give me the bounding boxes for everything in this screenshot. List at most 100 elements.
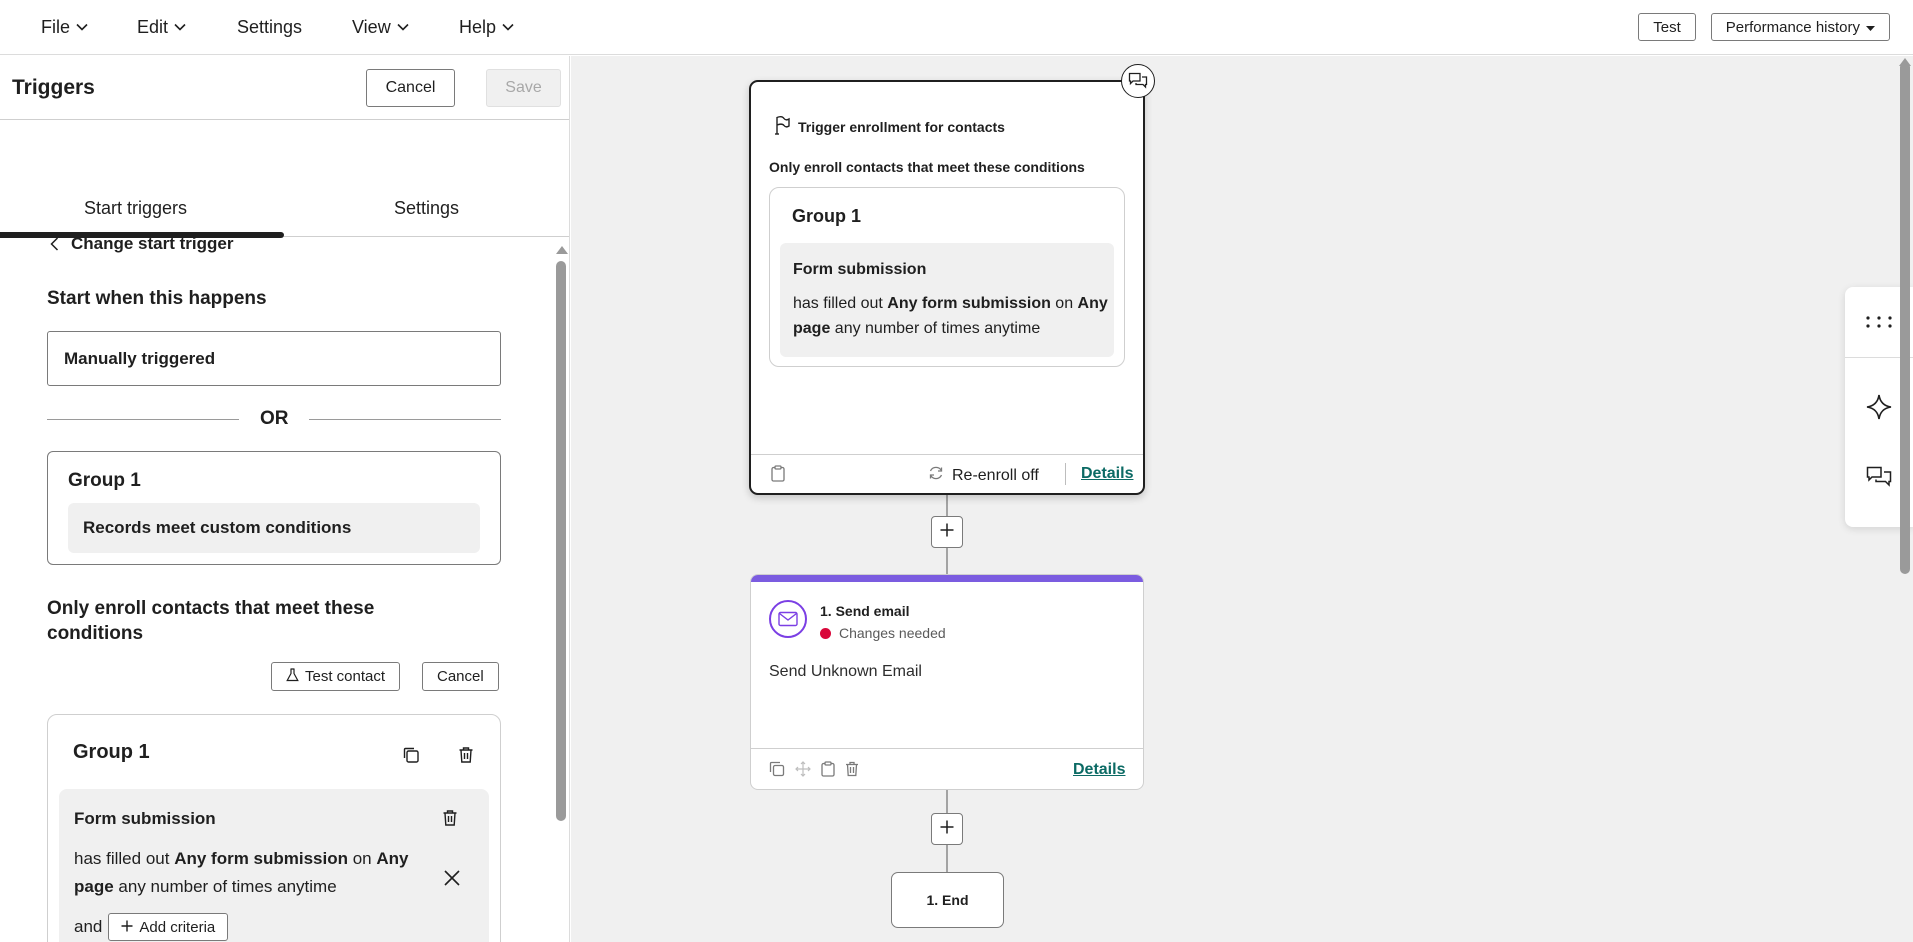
menu-view-label: View (352, 16, 391, 37)
enroll-group-1: Group 1 Form submission has filled out A… (47, 714, 501, 942)
email-card-accent (751, 575, 1143, 582)
add-action-button[interactable] (931, 813, 963, 845)
chevron-down-icon (502, 23, 514, 31)
copy-icon[interactable] (400, 744, 422, 766)
menu-view[interactable]: View (352, 0, 409, 55)
workflow-canvas[interactable]: Trigger enrollment for contacts Only enr… (571, 56, 1913, 942)
panel-scrollbar[interactable] (556, 246, 568, 942)
email-card-body: Send Unknown Email (769, 663, 922, 680)
move-icon[interactable] (795, 761, 811, 782)
trigger-card-title: Trigger enrollment for contacts (798, 118, 1005, 135)
save-button[interactable]: Save (486, 69, 561, 107)
close-icon[interactable] (439, 865, 465, 891)
and-row: and Add criteria (74, 913, 229, 941)
test-contact-button[interactable]: Test contact (271, 662, 401, 691)
filter-text-part: has filled out (793, 295, 888, 312)
trigger-card-footer: Re-enroll off Details (751, 454, 1143, 495)
trash-icon[interactable] (845, 761, 859, 782)
plus-icon (940, 820, 954, 839)
plus-icon (940, 523, 954, 542)
and-label: and (74, 917, 103, 936)
copy-icon[interactable] (769, 761, 785, 782)
filter-text-form: Any form submission (887, 295, 1051, 312)
send-email-card[interactable]: 1. Send email Changes needed Send Unknow… (750, 574, 1144, 790)
filter-text-part: on (1050, 295, 1078, 312)
panel-header: Triggers Cancel Save (0, 56, 569, 120)
footer-divider (1065, 463, 1066, 485)
email-card-title: 1. Send email (820, 603, 910, 619)
filter-title: Form submission (74, 809, 216, 828)
group-label: Group 1 (68, 470, 141, 491)
end-node[interactable]: 1. End (891, 872, 1004, 928)
records-chip-label: Records meet custom conditions (83, 518, 352, 537)
or-label: OR (260, 408, 289, 429)
trigger-card-header: Trigger enrollment for contacts (774, 115, 1005, 138)
performance-history-button[interactable]: Performance history (1710, 13, 1890, 41)
test-button[interactable]: Test (1638, 13, 1696, 41)
add-criteria-label: Add criteria (139, 918, 216, 936)
trash-icon[interactable] (455, 744, 477, 766)
menu-help[interactable]: Help (459, 0, 514, 55)
filter-text-part: on (348, 849, 377, 868)
top-menu-bar: File Edit Settings View Help Test Perfor… (0, 0, 1913, 55)
flask-icon (286, 667, 299, 686)
or-divider: OR (47, 408, 501, 430)
canvas-scrollbar[interactable] (1900, 62, 1910, 574)
trash-icon[interactable] (439, 807, 461, 829)
chevron-down-icon (76, 23, 88, 31)
manual-trigger-box[interactable]: Manually triggered (47, 331, 501, 386)
end-node-label: 1. End (926, 892, 969, 908)
email-status: Changes needed (820, 625, 946, 641)
menu-settings-label: Settings (237, 16, 303, 37)
clipboard-icon[interactable] (821, 761, 835, 782)
cancel-button-label: Cancel (385, 79, 436, 96)
test-contact-label: Test contact (305, 668, 386, 685)
add-action-button[interactable] (931, 516, 963, 548)
cancel-button[interactable]: Cancel (366, 69, 455, 107)
menu-edit-label: Edit (137, 16, 169, 37)
tab-start-triggers[interactable]: Start triggers (84, 198, 187, 219)
form-submission-filter[interactable]: Form submission has filled out Any form … (59, 789, 489, 942)
tab-settings[interactable]: Settings (394, 198, 459, 219)
change-start-trigger-link[interactable]: Change start trigger (50, 234, 233, 254)
filter-text-part: any number of times anytime (113, 877, 337, 896)
triggers-panel: Triggers Cancel Save Start triggers Sett… (0, 56, 570, 942)
menu-file[interactable]: File (41, 0, 88, 55)
refresh-icon (928, 465, 944, 486)
chevron-down-icon (397, 23, 409, 31)
enroll-cancel-label: Cancel (437, 668, 484, 685)
filter-title: Form submission (793, 261, 927, 278)
comment-icon[interactable] (1121, 64, 1155, 98)
trigger-card-filter: Form submission has filled out Any form … (780, 243, 1114, 357)
panel-scroll-thumb[interactable] (556, 261, 566, 821)
trigger-card-group: Group 1 Form submission has filled out A… (769, 187, 1125, 367)
performance-history-label: Performance history (1725, 18, 1860, 36)
email-card-footer: Details (751, 748, 1143, 789)
filter-text-form: Any form submission (174, 849, 348, 868)
email-details-link[interactable]: Details (1073, 761, 1125, 779)
email-icon (769, 600, 807, 638)
records-meet-conditions-chip[interactable]: Records meet custom conditions (68, 503, 480, 553)
trigger-details-link[interactable]: Details (1081, 465, 1133, 483)
add-criteria-button[interactable]: Add criteria (108, 913, 229, 941)
flag-icon (774, 115, 790, 138)
start-when-title: Start when this happens (47, 288, 267, 309)
change-start-trigger-label: Change start trigger (71, 234, 234, 253)
reenroll-label: Re-enroll off (952, 466, 1039, 484)
panel-tabs: Start triggers Settings (0, 120, 569, 238)
menu-edit[interactable]: Edit (137, 0, 186, 55)
test-button-label: Test (1653, 18, 1681, 36)
trigger-group-1[interactable]: Group 1 Records meet custom conditions (47, 451, 501, 565)
clipboard-icon[interactable] (771, 465, 785, 487)
menu-help-label: Help (459, 16, 497, 37)
email-card-actions (769, 761, 859, 782)
only-enroll-title: Only enroll contacts that meet these con… (47, 598, 375, 644)
scroll-up-arrow-icon[interactable] (556, 246, 568, 254)
panel-title: Triggers (12, 76, 95, 99)
enroll-cancel-button[interactable]: Cancel (422, 662, 499, 691)
plus-icon (121, 919, 133, 936)
filter-text-part: any number of times anytime (830, 320, 1041, 337)
trigger-enrollment-card[interactable]: Trigger enrollment for contacts Only enr… (749, 80, 1145, 495)
menu-settings[interactable]: Settings (237, 0, 302, 55)
or-line-left (47, 419, 239, 420)
